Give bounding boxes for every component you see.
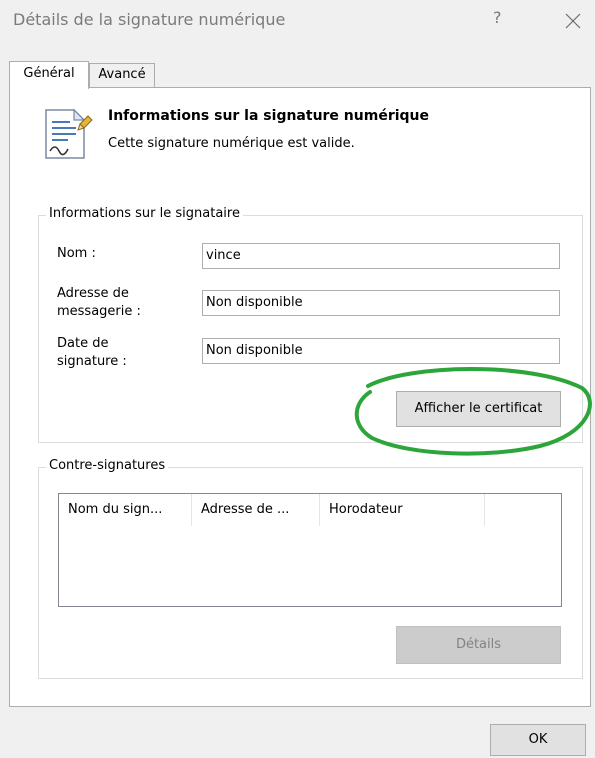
email-label-line2: messagerie : — [57, 304, 141, 319]
header-subtitle: Cette signature numérique est valide. — [108, 136, 355, 151]
ok-button[interactable]: OK — [490, 724, 586, 756]
title-bar: Détails de la signature numérique ? — [0, 0, 595, 40]
tab-general[interactable]: Général — [9, 61, 89, 89]
date-label-line1: Date de — [57, 336, 109, 351]
close-button[interactable] — [560, 8, 586, 34]
header-title: Informations sur la signature numérique — [108, 108, 430, 124]
tab-advanced[interactable]: Avancé — [89, 63, 155, 87]
close-icon — [565, 13, 581, 29]
name-label: Nom : — [57, 246, 96, 261]
details-button: Détails — [396, 626, 561, 664]
help-button[interactable]: ? — [493, 8, 502, 27]
column-header-timestamp[interactable]: Horodateur — [320, 494, 485, 526]
window-title: Détails de la signature numérique — [13, 10, 286, 29]
countersignatures-legend: Contre-signatures — [46, 458, 169, 473]
column-header-signer-name[interactable]: Nom du sign... — [59, 494, 192, 526]
signed-document-icon — [38, 106, 94, 162]
email-label: Adresse de messagerie : — [57, 285, 141, 321]
email-label-line1: Adresse de — [57, 286, 129, 301]
date-label: Date de signature : — [57, 335, 127, 371]
date-label-line2: signature : — [57, 354, 127, 369]
column-header-address[interactable]: Adresse de ... — [192, 494, 320, 526]
countersignatures-list[interactable]: Nom du sign... Adresse de ... Horodateur — [58, 493, 562, 607]
email-field[interactable]: Non disponible — [202, 290, 560, 316]
view-certificate-button[interactable]: Afficher le certificat — [396, 391, 561, 427]
signature-details-dialog: Détails de la signature numérique ? Géné… — [0, 0, 595, 758]
signer-info-legend: Informations sur le signataire — [46, 206, 243, 221]
name-field[interactable]: vince — [202, 243, 560, 269]
signature-date-field[interactable]: Non disponible — [202, 338, 560, 364]
